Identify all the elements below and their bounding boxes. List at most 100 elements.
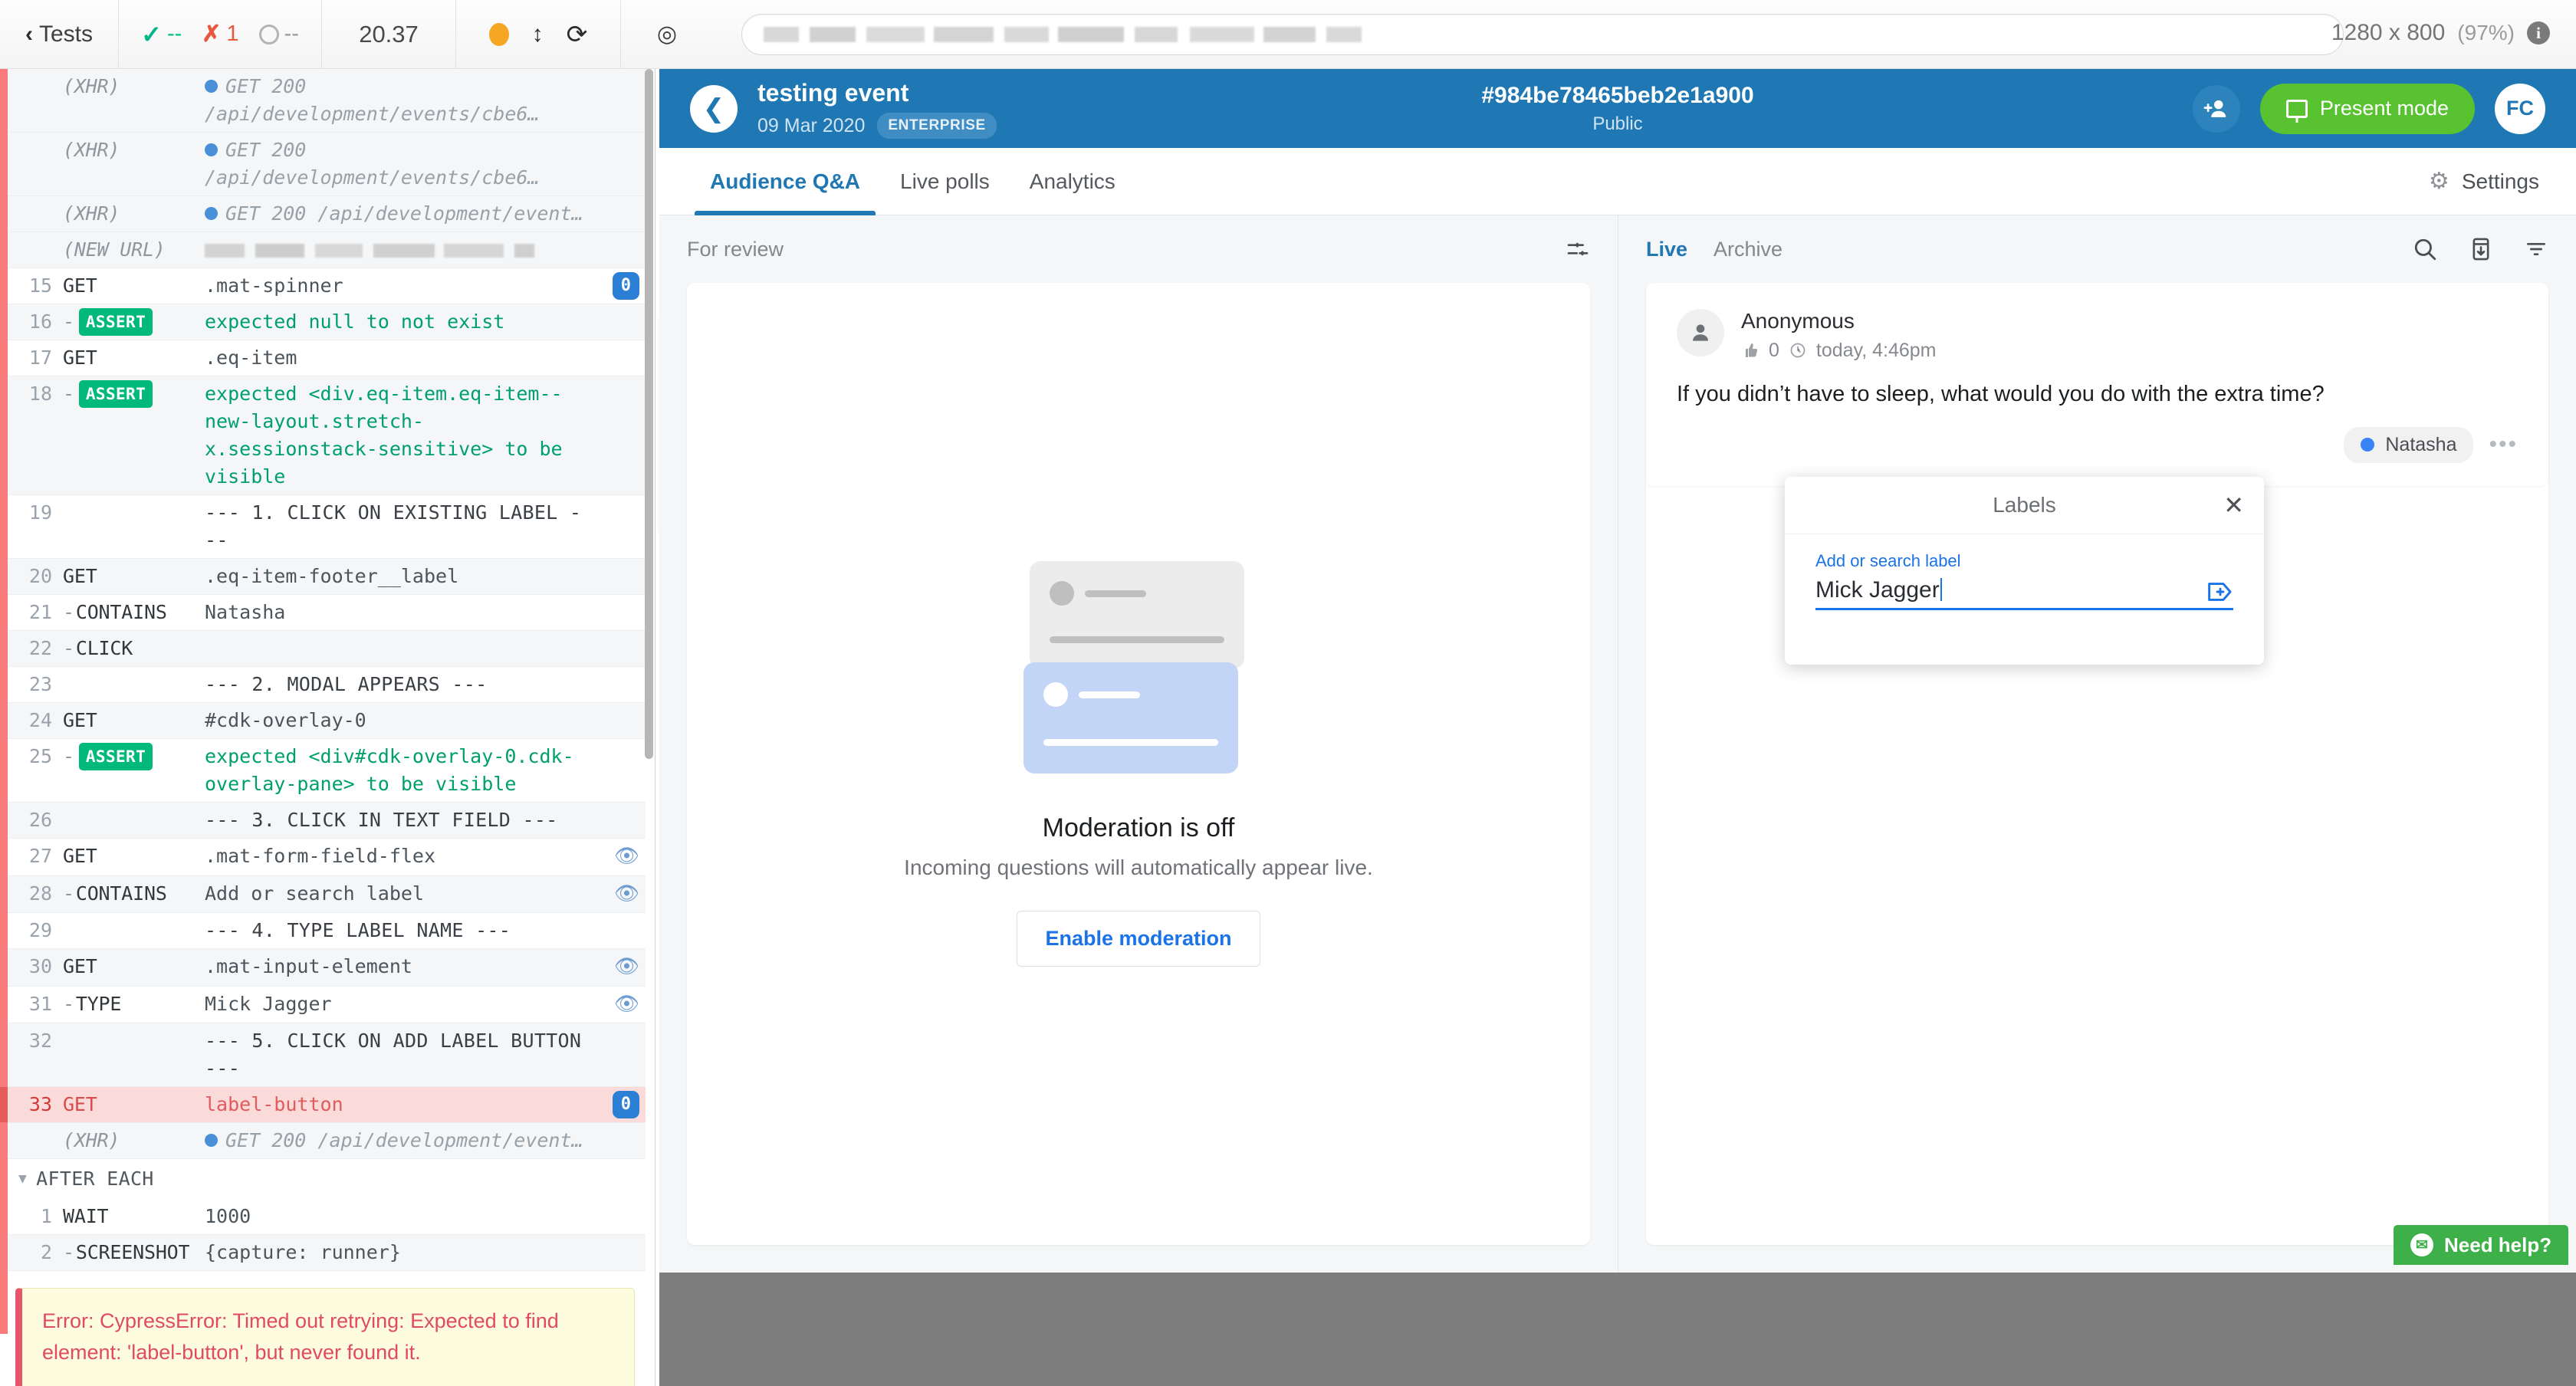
close-icon[interactable]: ✕: [2223, 493, 2244, 517]
command-row[interactable]: 20GET.eq-item-footer__label: [8, 559, 646, 595]
pending-count: --: [284, 21, 299, 47]
event-code: #984be78465beb2e1a900: [1481, 83, 1753, 109]
command-row-method: -ASSERT: [63, 308, 205, 336]
after-each-rows: 1WAIT10002-SCREENSHOT{capture: runner}: [8, 1199, 646, 1271]
command-row-message: .eq-item: [205, 344, 595, 372]
back-button[interactable]: ❮: [690, 85, 738, 133]
match-count-badge: 0: [613, 1091, 639, 1118]
command-row-message: expected <div#cdk-overlay-0.cdk-overlay-…: [205, 743, 595, 798]
runner-controls: ↕ ⟳: [456, 0, 621, 68]
command-row[interactable]: 18-ASSERTexpected <div.eq-item.eq-item--…: [8, 376, 646, 495]
present-mode-button[interactable]: Present mode: [2260, 84, 2475, 134]
avatar[interactable]: FC: [2495, 84, 2545, 134]
command-log-scrollbar[interactable]: [645, 69, 653, 759]
command-row-number: 17: [8, 344, 63, 372]
question-time: today, 4:46pm: [1816, 340, 1937, 362]
xhr-status-dot-icon: [205, 80, 218, 93]
eye-off-icon[interactable]: 👁︎: [614, 953, 639, 981]
command-row[interactable]: 27GET.mat-form-field-flex👁︎: [8, 839, 646, 875]
command-row[interactable]: 16-ASSERTexpected null to not exist: [8, 304, 646, 340]
command-row-badge: 👁︎: [595, 990, 646, 1019]
command-row-message: 1000: [205, 1203, 595, 1230]
info-icon[interactable]: i: [2527, 21, 2550, 44]
command-log-scroll[interactable]: (XHR)GET 200 /api/development/events/cbe…: [8, 69, 646, 1386]
command-row[interactable]: (XHR)GET 200 /api/development/event…: [8, 1123, 646, 1159]
command-row-method: (NEW URL): [63, 236, 205, 264]
eye-off-icon[interactable]: 👁︎: [614, 842, 639, 871]
command-row[interactable]: (XHR)GET 200 /api/development/events/cbe…: [8, 133, 646, 196]
command-row[interactable]: 17GET.eq-item: [8, 340, 646, 376]
command-row[interactable]: 30GET.mat-input-element👁︎: [8, 949, 646, 986]
command-row[interactable]: 22-CLICK: [8, 631, 646, 667]
command-row[interactable]: 31-TYPEMick Jagger👁︎: [8, 987, 646, 1023]
back-to-tests-button[interactable]: ‹ Tests: [0, 0, 119, 68]
filter-icon[interactable]: [2524, 237, 2548, 261]
record-dot-icon[interactable]: [489, 23, 509, 46]
command-row[interactable]: 21-CONTAINSNatasha: [8, 595, 646, 631]
plan-badge: ENTERPRISE: [877, 113, 996, 139]
command-row[interactable]: 28-CONTAINSAdd or search label👁︎: [8, 876, 646, 913]
archive-download-icon[interactable]: [2469, 236, 2493, 262]
command-row-message: GET 200 /api/development/event…: [205, 200, 595, 228]
command-row[interactable]: 23--- 2. MODAL APPEARS ---: [8, 667, 646, 703]
subtab-live[interactable]: Live: [1646, 238, 1687, 261]
xhr-status-dot-icon: [205, 1134, 218, 1147]
enable-moderation-button[interactable]: Enable moderation: [1017, 911, 1260, 967]
live-header: Live Archive: [1618, 215, 2576, 283]
error-box: Error: CypressError: Timed out retrying:…: [15, 1288, 635, 1386]
question-label-chip[interactable]: Natasha: [2344, 427, 2473, 463]
tab-analytics-label: Analytics: [1030, 169, 1116, 194]
command-row[interactable]: (XHR)GET 200 /api/development/event…: [8, 196, 646, 232]
command-row-message: --- 1. CLICK ON EXISTING LABEL ---: [205, 499, 595, 554]
cross-icon: ✗: [202, 21, 221, 48]
failed-count: 1: [226, 21, 238, 47]
command-row[interactable]: 2-SCREENSHOT{capture: runner}: [8, 1235, 646, 1271]
eye-off-icon[interactable]: 👁︎: [614, 880, 639, 908]
need-help-button[interactable]: ✉ Need help?: [2394, 1225, 2568, 1265]
command-row-badge: 0: [595, 272, 646, 300]
qa-content: For review: [659, 215, 2576, 1273]
command-row-number: 33: [8, 1091, 63, 1118]
command-row[interactable]: 19--- 1. CLICK ON EXISTING LABEL ---: [8, 495, 646, 559]
question-author: Anonymous: [1741, 309, 1937, 333]
thumbs-up-icon[interactable]: [1741, 340, 1760, 362]
viewport-size: 1280 x 800: [2331, 20, 2445, 46]
label-input-hint: Add or search label: [1815, 551, 2233, 571]
invite-people-button[interactable]: [2193, 85, 2240, 133]
add-label-button[interactable]: [2207, 580, 2233, 603]
command-row[interactable]: 32--- 5. CLICK ON ADD LABEL BUTTON ---: [8, 1023, 646, 1087]
tab-live-polls[interactable]: Live polls: [880, 148, 1010, 215]
command-row[interactable]: 24GET#cdk-overlay-0: [8, 703, 646, 739]
error-message: Error: CypressError: Timed out retrying:…: [42, 1306, 614, 1368]
command-row-failed[interactable]: 33GETlabel-button0: [8, 1087, 646, 1123]
command-row[interactable]: 1WAIT1000: [8, 1199, 646, 1235]
sliders-icon[interactable]: [1566, 237, 1590, 261]
command-row[interactable]: 29--- 4. TYPE LABEL NAME ---: [8, 913, 646, 949]
command-row-method: -CONTAINS: [63, 599, 205, 626]
more-options-icon[interactable]: •••: [2489, 432, 2518, 458]
subtab-archive[interactable]: Archive: [1714, 238, 1783, 261]
stat-passed: ✓ --: [141, 20, 182, 49]
tab-audience-qa[interactable]: Audience Q&A: [690, 148, 880, 215]
settings-button[interactable]: ⚙ Settings: [2429, 168, 2545, 195]
command-row-method: (XHR): [63, 73, 205, 100]
search-icon[interactable]: [2412, 236, 2438, 262]
command-row[interactable]: 25-ASSERTexpected <div#cdk-overlay-0.cdk…: [8, 739, 646, 803]
url-bar[interactable]: [741, 14, 2344, 55]
command-row[interactable]: 26--- 3. CLICK IN TEXT FIELD ---: [8, 803, 646, 839]
person-icon: [1677, 309, 1724, 356]
tab-analytics[interactable]: Analytics: [1010, 148, 1135, 215]
crosshair-icon: ◎: [657, 21, 677, 48]
command-row[interactable]: (XHR)GET 200 /api/development/events/cbe…: [8, 69, 646, 133]
after-each-group-header[interactable]: ▼ AFTER EACH: [8, 1159, 646, 1199]
eye-off-icon[interactable]: 👁︎: [614, 990, 639, 1019]
label-search-input[interactable]: Mick Jagger: [1815, 577, 1942, 603]
question-item[interactable]: Anonymous 0: [1646, 283, 2548, 486]
command-row-number: 16: [8, 308, 63, 336]
command-row[interactable]: 15GET.mat-spinner0: [8, 268, 646, 304]
selector-playground-button[interactable]: ◎: [621, 0, 713, 68]
reload-icon[interactable]: ⟳: [567, 19, 588, 49]
command-row[interactable]: (NEW URL): [8, 232, 646, 268]
up-down-arrow-icon[interactable]: ↕: [532, 21, 544, 48]
event-visibility: Public: [1481, 113, 1753, 135]
